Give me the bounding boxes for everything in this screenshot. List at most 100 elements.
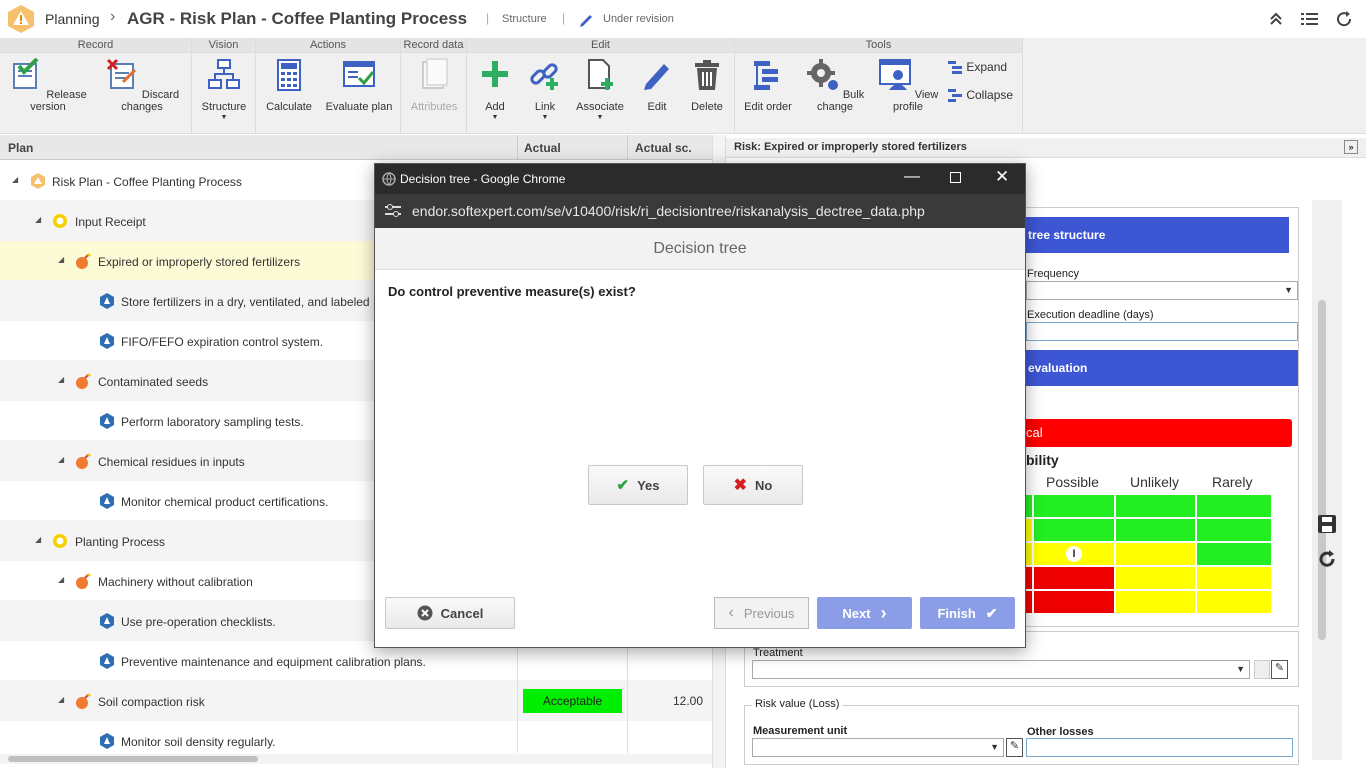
delete-button[interactable]: Delete bbox=[685, 58, 729, 113]
vertical-scrollbar[interactable] bbox=[1312, 200, 1342, 760]
eyedropper-icon[interactable]: ✎ bbox=[1271, 660, 1288, 679]
expand-panel-icon[interactable]: » bbox=[1344, 140, 1358, 154]
site-settings-icon[interactable] bbox=[385, 204, 401, 218]
matrix-cell[interactable] bbox=[1115, 542, 1196, 566]
evaluate-plan-button[interactable]: Evaluate plan bbox=[322, 58, 396, 113]
collapse-button[interactable]: Collapse bbox=[947, 88, 1013, 104]
matrix-cell[interactable] bbox=[1115, 566, 1196, 590]
ribbon-group-tools: Tools Edit order Bulk change View profil… bbox=[735, 38, 1023, 134]
refresh-icon[interactable] bbox=[1335, 10, 1353, 28]
breadcrumb-module[interactable]: Planning bbox=[45, 11, 100, 27]
scrollbar-thumb[interactable] bbox=[1318, 300, 1326, 640]
chevron-right-icon: › bbox=[880, 602, 887, 623]
url-text: endor.softexpert.com/se/v10400/risk/ri_d… bbox=[412, 203, 925, 219]
refresh-icon[interactable] bbox=[1317, 549, 1337, 569]
warning-app-icon bbox=[8, 5, 34, 33]
minimize-icon[interactable]: — bbox=[904, 168, 920, 186]
bulk-change-button[interactable]: Bulk change bbox=[801, 58, 869, 113]
edit-order-button[interactable]: Edit order bbox=[741, 58, 795, 113]
risk-bomb-icon bbox=[76, 693, 91, 709]
cancel-button[interactable]: Cancel bbox=[385, 597, 515, 629]
other-losses-input[interactable] bbox=[1026, 738, 1293, 757]
tree-structure-button[interactable]: tree structure bbox=[1022, 217, 1289, 253]
structure-button[interactable]: Structure ▼ bbox=[196, 58, 252, 121]
attributes-button[interactable]: Attributes bbox=[405, 58, 463, 113]
treatment-select[interactable]: ▼ bbox=[752, 660, 1250, 679]
matrix-cell-selected[interactable]: I bbox=[1033, 542, 1115, 566]
finish-button[interactable]: Finish ✔ bbox=[920, 597, 1015, 629]
matrix-cell[interactable] bbox=[1196, 566, 1272, 590]
divider: | bbox=[562, 11, 566, 25]
risk-bomb-icon bbox=[76, 453, 91, 469]
save-icon[interactable] bbox=[1317, 514, 1337, 534]
matrix-cell[interactable] bbox=[1033, 566, 1115, 590]
edit-button[interactable]: Edit bbox=[635, 58, 679, 113]
close-icon[interactable]: ✕ bbox=[995, 167, 1009, 187]
collapse-arrow-icon[interactable]: ◢ bbox=[58, 575, 64, 584]
evaluation-button[interactable]: evaluation bbox=[1022, 350, 1298, 386]
horizontal-scrollbar[interactable] bbox=[0, 754, 712, 764]
matrix-cell[interactable] bbox=[1196, 494, 1272, 518]
previous-button[interactable]: ‹ Previous bbox=[714, 597, 809, 629]
ribbon-toolbar: Record Release version Discard changes V… bbox=[0, 38, 1366, 134]
associate-button[interactable]: Associate ▼ bbox=[573, 58, 627, 121]
structure-link[interactable]: Structure bbox=[502, 13, 547, 25]
release-version-button[interactable]: Release version bbox=[6, 57, 90, 113]
collapse-arrow-icon[interactable]: ◢ bbox=[12, 175, 18, 184]
next-button[interactable]: Next › bbox=[817, 597, 912, 629]
tree-row[interactable]: Monitor soil density regularly. bbox=[0, 721, 712, 753]
address-bar[interactable]: endor.softexpert.com/se/v10400/risk/ri_d… bbox=[375, 194, 1025, 228]
binoculars-icon[interactable] bbox=[1254, 660, 1270, 679]
matrix-cell[interactable] bbox=[1033, 494, 1115, 518]
scrollbar-thumb[interactable] bbox=[8, 756, 258, 762]
control-shield-icon bbox=[100, 613, 114, 629]
column-header-plan[interactable]: Plan bbox=[8, 141, 33, 155]
collapse-arrow-icon[interactable]: ◢ bbox=[35, 535, 41, 544]
collapse-arrow-icon[interactable]: ◢ bbox=[58, 455, 64, 464]
collapse-arrow-icon[interactable]: ◢ bbox=[58, 695, 64, 704]
row-label: Input Receipt bbox=[75, 215, 146, 229]
matrix-cell[interactable] bbox=[1196, 590, 1272, 614]
matrix-cell[interactable] bbox=[1196, 518, 1272, 542]
list-icon[interactable] bbox=[1301, 11, 1319, 27]
matrix-cell[interactable] bbox=[1115, 590, 1196, 614]
collapse-arrow-icon[interactable]: ◢ bbox=[35, 215, 41, 224]
matrix-cell[interactable] bbox=[1033, 518, 1115, 542]
yes-button[interactable]: ✔ Yes bbox=[588, 465, 688, 505]
matrix-cell[interactable] bbox=[1115, 494, 1196, 518]
button-label: Cancel bbox=[440, 605, 484, 621]
maximize-icon[interactable] bbox=[950, 172, 961, 183]
column-header-actual[interactable]: Actual bbox=[524, 141, 561, 155]
cancel-icon bbox=[417, 605, 433, 621]
matrix-header-rarely: Rarely bbox=[1212, 474, 1253, 490]
discard-changes-button[interactable]: Discard changes bbox=[96, 58, 188, 113]
discard-changes-icon bbox=[106, 58, 136, 89]
chevron-down-icon: ▼ bbox=[990, 742, 999, 752]
tree-row[interactable]: ◢ Soil compaction risk Acceptable 12.00 bbox=[0, 681, 712, 721]
link-button[interactable]: Link ▼ bbox=[523, 58, 567, 121]
view-profile-button[interactable]: View profile bbox=[877, 58, 939, 113]
row-label: FIFO/FEFO expiration control system. bbox=[121, 335, 324, 349]
eyedropper-icon[interactable]: ✎ bbox=[1006, 738, 1023, 757]
row-label: Contaminated seeds bbox=[98, 375, 209, 389]
ribbon-group-record-data: Record data Attributes bbox=[401, 38, 467, 134]
deadline-input[interactable] bbox=[1026, 322, 1298, 341]
add-button[interactable]: Add ▼ bbox=[473, 58, 517, 121]
expand-button[interactable]: Expand bbox=[947, 60, 1007, 76]
critical-level-bar: cal bbox=[1022, 419, 1292, 447]
divider bbox=[517, 721, 518, 753]
control-shield-icon bbox=[100, 413, 114, 429]
no-button[interactable]: ✖ No bbox=[703, 465, 803, 505]
collapse-arrow-icon[interactable]: ◢ bbox=[58, 255, 64, 264]
collapse-arrow-icon[interactable]: ◢ bbox=[58, 375, 64, 384]
risk-panel-header: Risk: Expired or improperly stored ferti… bbox=[726, 138, 1366, 158]
frequency-select[interactable]: ▼ bbox=[1026, 281, 1298, 300]
calculate-button[interactable]: Calculate bbox=[262, 58, 316, 113]
column-header-actual-score[interactable]: Actual sc. bbox=[635, 141, 692, 155]
group-title: Record bbox=[0, 38, 191, 53]
matrix-cell[interactable] bbox=[1033, 590, 1115, 614]
collapse-up-icon[interactable] bbox=[1268, 11, 1284, 27]
measurement-unit-select[interactable]: ▼ bbox=[752, 738, 1004, 757]
matrix-cell[interactable] bbox=[1196, 542, 1272, 566]
matrix-cell[interactable] bbox=[1115, 518, 1196, 542]
